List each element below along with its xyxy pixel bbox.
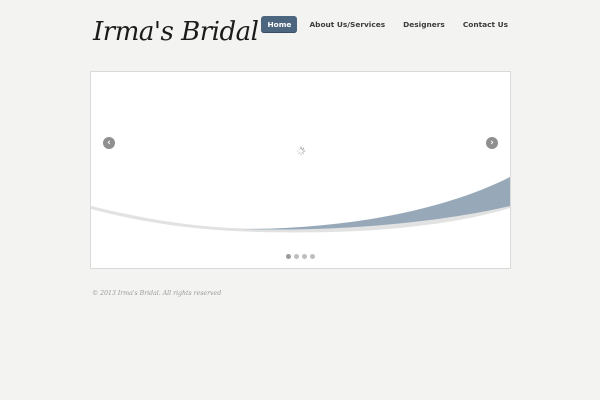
slider-prev-button[interactable]: ‹ [103,137,115,149]
slider-next-button[interactable]: › [486,137,498,149]
slider-dot-4[interactable] [310,254,315,259]
slider-dot-2[interactable] [294,254,299,259]
slide-wave-graphic [91,177,510,233]
nav-designers[interactable]: Designers [397,16,451,33]
footer-copyright: © 2013 Irma's Bridal. All rights reserve… [92,290,222,297]
nav-about-us-services[interactable]: About Us/Services [303,16,391,33]
slider-pagination [286,254,315,259]
slider-dot-3[interactable] [302,254,307,259]
chevron-right-icon: › [490,138,494,148]
chevron-left-icon: ‹ [107,138,111,148]
nav-contact-us[interactable]: Contact Us [457,16,514,33]
main-nav: Home About Us/Services Designers Contact… [261,16,514,33]
spinner-icon [296,146,306,156]
nav-home[interactable]: Home [261,16,298,33]
slider-dot-1[interactable] [286,254,291,259]
image-slider: ‹ › [90,71,511,269]
site-logo[interactable]: Irma's Bridal [93,17,259,47]
